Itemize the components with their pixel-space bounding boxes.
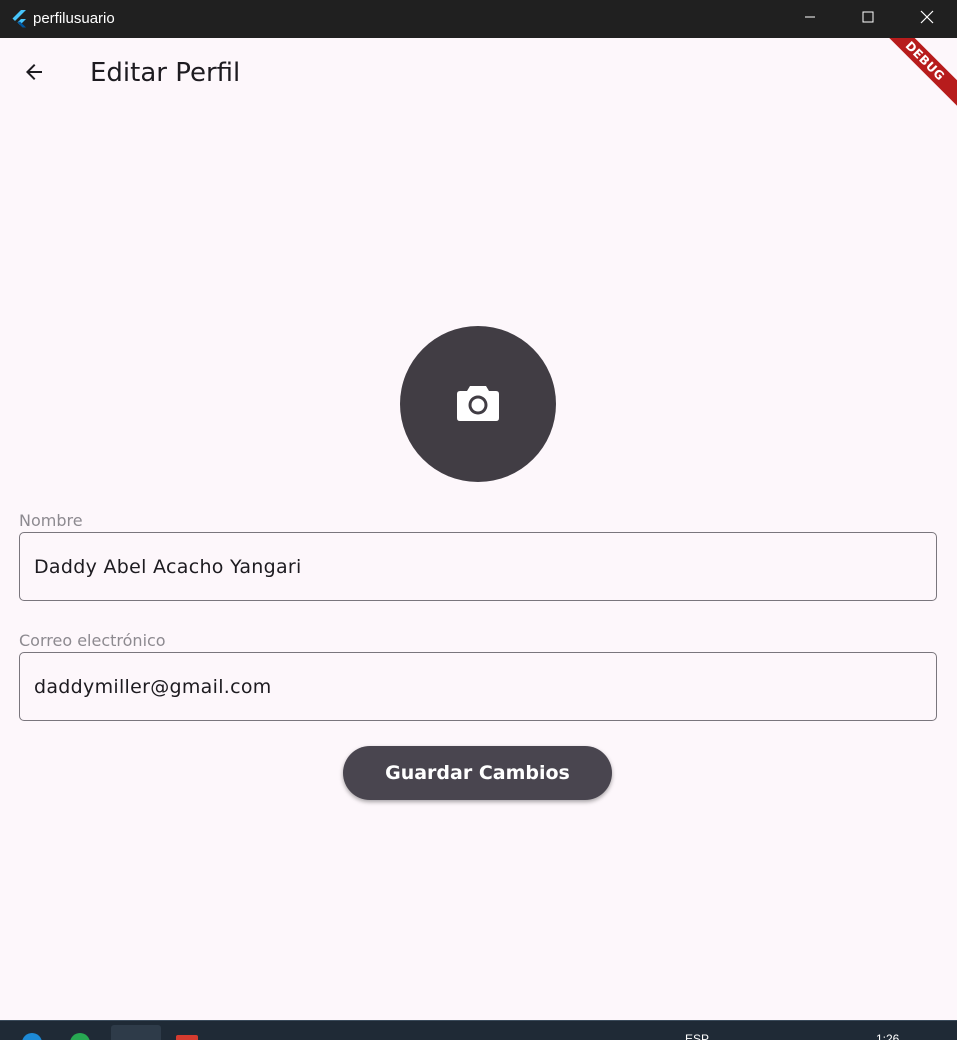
correo-label: Correo electrónico — [19, 631, 166, 650]
app-taskbar-icon[interactable] — [176, 1035, 198, 1040]
minimize-icon — [804, 10, 816, 28]
maximize-icon — [862, 10, 874, 28]
chrome-icon[interactable] — [70, 1033, 90, 1040]
maximize-button[interactable] — [839, 0, 897, 38]
language-indicator[interactable]: ESP — [685, 1032, 709, 1040]
close-button[interactable] — [898, 0, 956, 38]
arrow-back-icon — [22, 60, 46, 89]
close-icon — [920, 10, 934, 29]
avatar-photo-button[interactable] — [400, 326, 556, 482]
nombre-label: Nombre — [19, 511, 83, 530]
back-button[interactable] — [14, 54, 54, 94]
edge-icon[interactable] — [22, 1033, 42, 1040]
window-title: perfilusuario — [33, 10, 115, 27]
clock[interactable]: 1:26 — [876, 1032, 899, 1040]
taskbar: ESP 1:26 — [0, 1020, 957, 1040]
flutter-taskbar-icon[interactable] — [111, 1025, 161, 1040]
minimize-button[interactable] — [781, 0, 839, 38]
page-title: Editar Perfil — [90, 58, 241, 88]
camera-icon — [456, 382, 500, 427]
flutter-icon — [9, 9, 29, 29]
debug-banner: DEBUG — [869, 38, 957, 117]
app-content: Editar Perfil DEBUG Nombre Correo electr… — [0, 38, 957, 1020]
email-field[interactable] — [19, 652, 937, 721]
nombre-field[interactable] — [19, 532, 937, 601]
save-button[interactable]: Guardar Cambios — [343, 746, 612, 800]
window-titlebar: perfilusuario — [0, 0, 957, 38]
